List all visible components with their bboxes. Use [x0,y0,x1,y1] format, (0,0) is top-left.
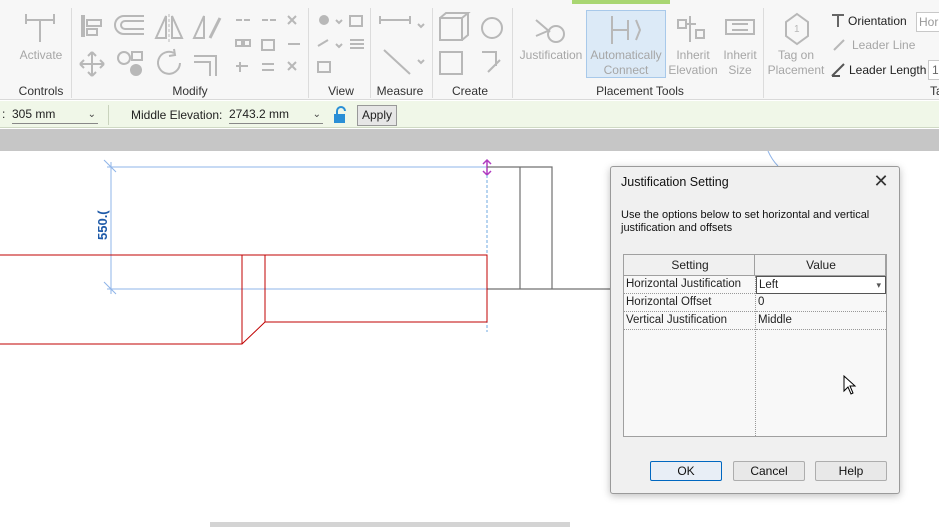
rotate-icon[interactable] [152,46,186,80]
dialog-description: Use the options below to set horizontal … [621,209,870,234]
align-icon[interactable] [78,12,106,40]
move-icon[interactable] [78,50,106,78]
dimension-text[interactable]: 550.( [95,210,110,240]
inherit-elevation-icon[interactable] [676,12,710,46]
column-header-value: Value [755,255,886,276]
vertical-justification-value[interactable]: Middle [756,312,886,330]
orientation-select[interactable]: Hor [916,12,939,32]
panel-separator [763,8,764,98]
existing-duct [487,166,612,290]
leader-length-label: Leader Length [849,63,927,77]
contextual-tab-indicator [572,0,670,4]
size-select-value: 305 mm [12,107,56,121]
column-header-setting: Setting [624,255,755,276]
automatically-connect-label-2: Connect [603,63,649,77]
justification-icon[interactable] [530,12,570,46]
middle-elevation-value: 2743.2 mm [229,107,290,121]
chevron-down-icon: ▾ [876,280,881,290]
chevron-down-icon: ⌄ [87,109,96,120]
leader-line-label: Leader Line [852,38,916,52]
view-tab-bar [0,129,939,151]
view-tools-icon[interactable] [316,14,372,76]
panel-separator [71,8,72,98]
help-button[interactable]: Help [815,461,887,481]
row-setting-horizontal-justification: Horizontal Justification [624,276,755,294]
controls-panel-label: Controls [18,84,64,98]
leader-length-input[interactable]: 1 [928,60,939,80]
mirror-pick-axis-icon[interactable] [152,12,186,42]
modify-panel-label: Modify [172,84,208,98]
automatically-connect-icon [606,12,646,48]
placement-tools-panel-label: Placement Tools [596,84,684,98]
leader-line-checkbox-icon[interactable] [832,38,846,52]
ok-button[interactable]: OK [650,461,722,481]
separator [108,105,109,125]
placed-duct[interactable] [0,254,488,345]
inherit-size-label-1[interactable]: Inherit [720,48,760,63]
close-icon[interactable]: ✕ [871,171,891,191]
tag-on-placement-label-1[interactable]: Tag on [766,48,826,63]
first-value-prefix: : [2,107,6,121]
unlock-icon[interactable] [332,106,348,124]
middle-elevation-select[interactable]: 2743.2 mm ⌄ [229,106,323,124]
tag-on-placement-label-2[interactable]: Placement [766,63,826,78]
mirror-draw-axis-icon[interactable] [190,12,224,42]
panel-separator [432,8,433,98]
ribbon: Activate Controls Modify View Measure Cr… [0,0,939,100]
options-bar: : 305 mm ⌄ Middle Elevation: 2743.2 mm ⌄… [0,101,939,128]
measure-panel-label: Measure [376,84,424,98]
tag-panel-label: Ta [930,84,939,98]
measure-icon[interactable] [378,14,428,80]
row-setting-vertical-justification: Vertical Justification [624,312,755,330]
row-setting-horizontal-offset: Horizontal Offset [624,294,755,312]
panel-separator [370,8,371,98]
create-tools-icon[interactable] [436,12,506,80]
trim-extend-icon[interactable] [190,48,224,78]
create-panel-label: Create [451,84,489,98]
horizontal-scrollbar[interactable] [210,522,570,527]
activate-icon[interactable] [22,10,58,46]
orientation-label: Orientation [848,14,907,28]
split-icon[interactable] [234,14,310,76]
inherit-size-label-2[interactable]: Size [720,63,760,78]
inherit-elevation-label-1[interactable]: Inherit [666,48,720,63]
activate-button[interactable]: Activate [14,48,68,63]
leader-length-icon [830,62,846,78]
justification-button[interactable]: Justification [518,48,584,63]
arc-guide [767,150,779,167]
copy-icon[interactable] [114,48,148,80]
panel-separator [512,8,513,98]
justification-setting-dialog: Justification Setting ✕ Use the options … [610,166,900,494]
chevron-down-icon: ⌄ [312,109,321,120]
middle-elevation-label: Middle Elevation: [131,108,223,122]
svg-text:1: 1 [794,24,800,35]
horizontal-justification-value: Left [759,279,779,291]
cancel-button[interactable]: Cancel [733,461,805,481]
size-select[interactable]: 305 mm ⌄ [12,106,98,124]
panel-separator [308,8,309,98]
view-panel-label: View [328,84,354,98]
settings-grid: Setting Value Horizontal Justification L… [623,254,887,437]
mouse-cursor-icon [843,375,857,395]
guide-line [107,166,487,290]
automatically-connect-label-1: Automatically [590,48,662,62]
apply-button[interactable]: Apply [357,105,397,126]
tag-on-placement-icon[interactable]: 1 [782,12,812,46]
inherit-size-icon[interactable] [724,14,758,44]
dialog-title: Justification Setting [621,175,729,189]
offset-icon[interactable] [114,12,148,40]
inherit-elevation-label-2[interactable]: Elevation [664,63,722,78]
orientation-icon [830,13,846,29]
horizontal-offset-value[interactable]: 0 [756,294,886,312]
horizontal-justification-select[interactable]: Left ▾ [756,276,886,294]
